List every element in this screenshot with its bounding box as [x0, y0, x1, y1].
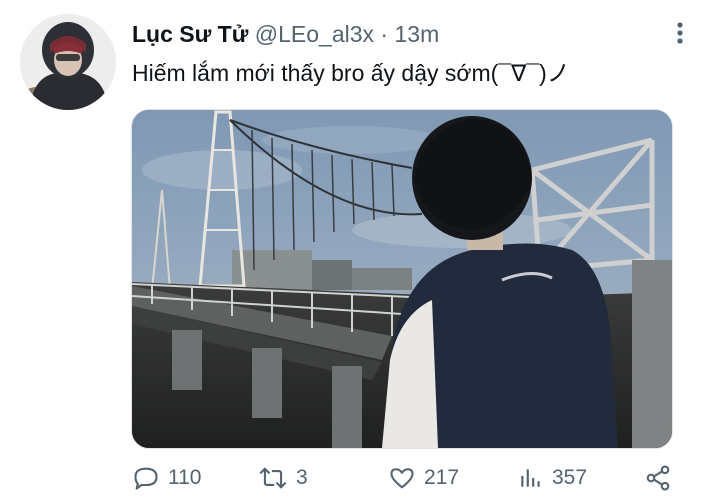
like-button[interactable]: 217: [388, 458, 459, 498]
more-options-button[interactable]: [668, 18, 692, 48]
views-button[interactable]: 357: [518, 458, 587, 498]
tweet-photo[interactable]: [131, 109, 673, 449]
tweet-text: Hiếm lắm mới thấy bro ấy dậy sớm(¯∇¯)ノ: [132, 60, 570, 86]
more-vertical-icon: [677, 22, 683, 44]
tweet-time[interactable]: 13m: [394, 21, 439, 47]
tweet-actions: 110 3 217 357: [0, 458, 720, 498]
reply-button[interactable]: 110: [132, 458, 201, 498]
author-handle[interactable]: @LEo_al3x: [255, 21, 374, 47]
share-icon: [646, 465, 670, 491]
retweet-count: 3: [296, 466, 308, 489]
photo-image: [132, 110, 672, 448]
views-count: 357: [552, 466, 588, 489]
reply-count: 110: [168, 466, 202, 489]
retweet-icon: [259, 467, 287, 489]
heart-icon: [390, 468, 414, 489]
share-button[interactable]: [644, 458, 680, 498]
meta-separator: ·: [380, 21, 389, 47]
avatar[interactable]: [20, 14, 116, 110]
views-chart-icon: [521, 469, 540, 487]
tweet-header: Lục Sư Tử @LEo_al3x · 13m: [132, 19, 439, 49]
like-count: 217: [424, 466, 460, 489]
reply-icon: [134, 467, 158, 490]
author-name[interactable]: Lục Sư Tử: [132, 21, 248, 47]
avatar-image: [20, 14, 116, 110]
retweet-button[interactable]: 3: [258, 458, 308, 498]
